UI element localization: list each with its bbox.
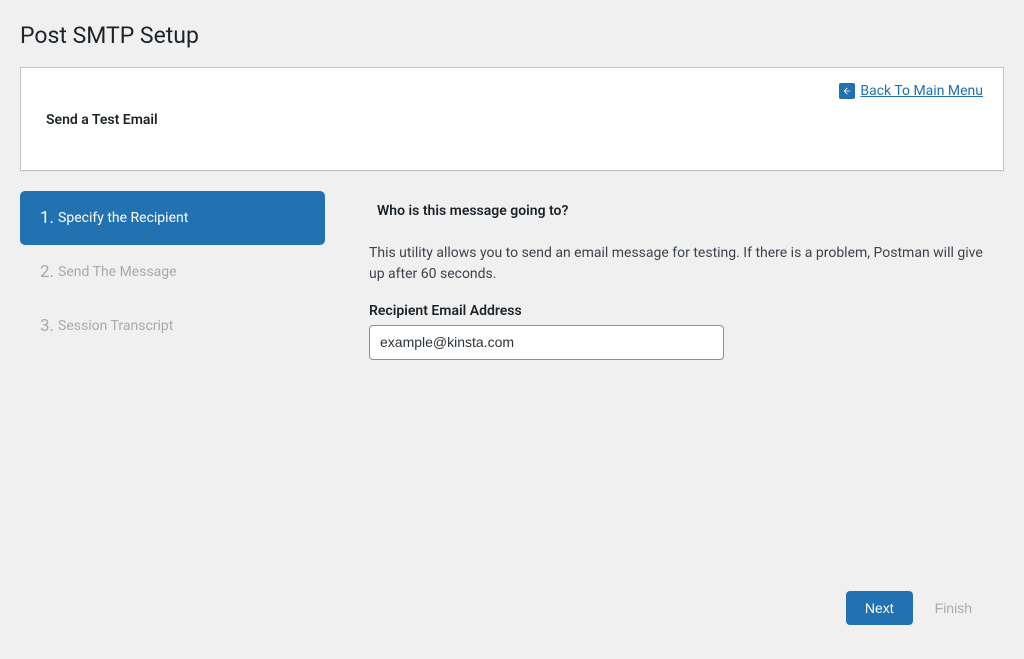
button-row: Next Finish xyxy=(20,591,1004,625)
wizard-steps: 1. Specify the Recipient 2. Send The Mes… xyxy=(20,191,325,581)
header-card: Back To Main Menu Send a Test Email xyxy=(20,67,1004,171)
finish-button: Finish xyxy=(913,591,994,625)
wizard-step-recipient[interactable]: 1. Specify the Recipient xyxy=(20,191,325,245)
step-number: 1. xyxy=(40,208,54,228)
arrow-left-icon xyxy=(839,83,855,99)
step-number: 2. xyxy=(40,262,54,282)
recipient-email-label: Recipient Email Address xyxy=(369,303,984,319)
page-title: Post SMTP Setup xyxy=(20,22,1004,49)
step-label: Session Transcript xyxy=(58,318,173,334)
content-heading: Who is this message going to? xyxy=(377,203,984,219)
next-button[interactable]: Next xyxy=(846,591,913,625)
back-link-label: Back To Main Menu xyxy=(860,83,983,99)
wizard-step-send[interactable]: 2. Send The Message xyxy=(20,245,325,299)
wizard-container: 1. Specify the Recipient 2. Send The Mes… xyxy=(20,191,1004,581)
recipient-email-input[interactable] xyxy=(369,325,724,360)
step-label: Send The Message xyxy=(58,264,177,280)
wizard-step-transcript[interactable]: 3. Session Transcript xyxy=(20,299,325,353)
wizard-content: Who is this message going to? This utili… xyxy=(357,191,1004,581)
header-card-title: Send a Test Email xyxy=(46,112,978,128)
content-description: This utility allows you to send an email… xyxy=(369,243,984,285)
step-label: Specify the Recipient xyxy=(58,210,188,226)
step-number: 3. xyxy=(40,316,54,336)
back-to-main-link[interactable]: Back To Main Menu xyxy=(839,83,983,99)
